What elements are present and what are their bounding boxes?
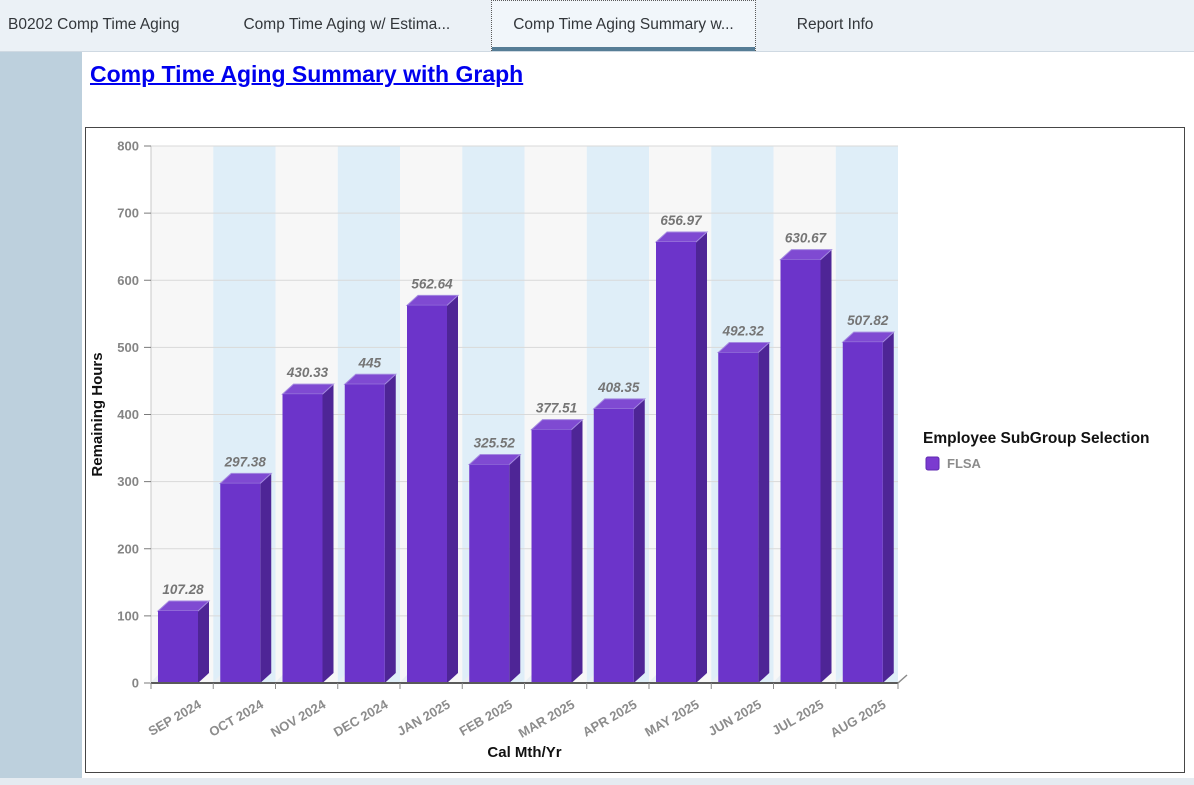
x-tick-label: AUG 2025 xyxy=(828,697,889,741)
bar-front-face xyxy=(531,429,572,683)
bar-value-label: 630.67 xyxy=(785,231,828,246)
tab-comp-time-aging-summary[interactable]: Comp Time Aging Summary w... xyxy=(491,0,756,51)
bar-side-face xyxy=(758,342,770,683)
y-tick-label: 0 xyxy=(132,676,139,691)
x-tick-label: MAR 2025 xyxy=(516,697,577,741)
x-axis-title: Cal Mth/Yr xyxy=(487,744,561,761)
bar-aug-2025[interactable]: 507.82 xyxy=(834,313,896,683)
bar-side-face xyxy=(633,398,645,683)
y-tick-label: 500 xyxy=(117,340,139,355)
x-tick-label: OCT 2024 xyxy=(206,696,266,739)
bar-front-face xyxy=(158,610,198,683)
x-tick-label: NOV 2024 xyxy=(268,696,329,740)
bar-may-2025[interactable]: 656.97 xyxy=(648,213,709,683)
tab-bar: B0202 Comp Time Aging Comp Time Aging w/… xyxy=(0,0,1194,52)
legend-title: Employee SubGroup Selection xyxy=(923,430,1150,447)
bar-side-face xyxy=(198,600,209,683)
legend-label-flsa: FLSA xyxy=(947,456,982,471)
bar-apr-2025[interactable]: 408.35 xyxy=(585,380,647,683)
tab-report-info[interactable]: Report Info xyxy=(776,0,895,51)
bar-value-label: 325.52 xyxy=(474,435,516,450)
bar-front-face xyxy=(593,408,634,683)
x-tick-label: MAY 2025 xyxy=(642,697,701,740)
bar-value-label: 656.97 xyxy=(660,213,703,228)
bar-mar-2025[interactable]: 377.51 xyxy=(523,401,584,683)
bar-value-label: 562.64 xyxy=(411,276,453,291)
bar-value-label: 492.32 xyxy=(722,324,765,339)
x-axis-3d-edge xyxy=(897,674,908,684)
y-tick-label: 100 xyxy=(117,608,139,623)
legend-swatch-flsa xyxy=(925,456,940,471)
x-tick-label: JUN 2025 xyxy=(706,697,764,739)
tab-b0202-comp-time-aging[interactable]: B0202 Comp Time Aging xyxy=(0,0,200,51)
bar-side-face xyxy=(820,249,832,683)
bar-value-label: 445 xyxy=(357,355,381,370)
y-axis-title: Remaining Hours xyxy=(89,352,106,476)
bar-nov-2024[interactable]: 430.33 xyxy=(274,365,335,683)
bar-value-label: 430.33 xyxy=(286,365,329,380)
y-tick-label: 200 xyxy=(117,541,139,556)
bar-front-face xyxy=(407,305,447,683)
bar-front-face xyxy=(469,464,510,683)
x-tick-label: FEB 2025 xyxy=(457,697,515,739)
x-tick-label: APR 2025 xyxy=(580,697,639,740)
bar-dec-2024[interactable]: 445 xyxy=(336,355,398,683)
y-tick-label: 700 xyxy=(117,206,139,221)
bar-front-face xyxy=(718,352,759,683)
y-tick-label: 300 xyxy=(117,474,139,489)
x-tick-label: SEP 2024 xyxy=(146,696,205,739)
bar-front-face xyxy=(842,342,883,683)
bar-jan-2025[interactable]: 562.64 xyxy=(399,276,460,683)
x-tick-label: DEC 2024 xyxy=(331,696,391,739)
bar-front-face xyxy=(220,483,261,683)
bar-front-face xyxy=(780,259,821,683)
bottom-strip xyxy=(0,778,1194,785)
comp-time-aging-chart: 0 100 200 300 400 500 600 700 800 107.28 297.38 430… xyxy=(86,128,1184,777)
bar-side-face xyxy=(571,419,583,683)
bar-side-face xyxy=(447,295,458,683)
bar-feb-2025[interactable]: 325.52 xyxy=(461,435,522,683)
bar-front-face xyxy=(282,394,323,683)
bar-side-face xyxy=(696,232,707,683)
bar-side-face xyxy=(322,384,334,683)
bar-value-label: 408.35 xyxy=(597,380,640,395)
x-tick-label: JAN 2025 xyxy=(394,697,452,739)
bar-oct-2024[interactable]: 297.38 xyxy=(212,454,273,683)
bar-front-face xyxy=(344,384,385,683)
bar-value-label: 377.51 xyxy=(536,401,577,416)
y-tick-label: 800 xyxy=(117,139,139,154)
bar-side-face xyxy=(882,332,894,683)
tab-comp-time-aging-w-estimate[interactable]: Comp Time Aging w/ Estima... xyxy=(222,0,471,51)
left-sidebar xyxy=(0,52,82,778)
x-tick-label: JUL 2025 xyxy=(769,697,826,738)
y-tick-label: 400 xyxy=(117,407,139,422)
bar-side-face xyxy=(260,473,272,683)
bar-side-face xyxy=(509,454,521,683)
bar-value-label: 297.38 xyxy=(224,454,267,469)
bar-jun-2025[interactable]: 492.32 xyxy=(710,324,771,683)
chart-svg: 0 100 200 300 400 500 600 700 800 107.28 297.38 430… xyxy=(89,139,1150,762)
bar-front-face xyxy=(656,242,696,683)
bar-value-label: 107.28 xyxy=(162,582,204,597)
chart-container: 0 100 200 300 400 500 600 700 800 107.28 297.38 430… xyxy=(85,127,1185,773)
bar-value-label: 507.82 xyxy=(847,313,889,328)
bar-jul-2025[interactable]: 630.67 xyxy=(772,231,833,683)
page-title-link[interactable]: Comp Time Aging Summary with Graph xyxy=(90,61,523,88)
y-tick-label: 600 xyxy=(117,273,139,288)
legend: Employee SubGroup Selection FLSA xyxy=(923,430,1150,471)
bar-side-face xyxy=(384,374,396,683)
